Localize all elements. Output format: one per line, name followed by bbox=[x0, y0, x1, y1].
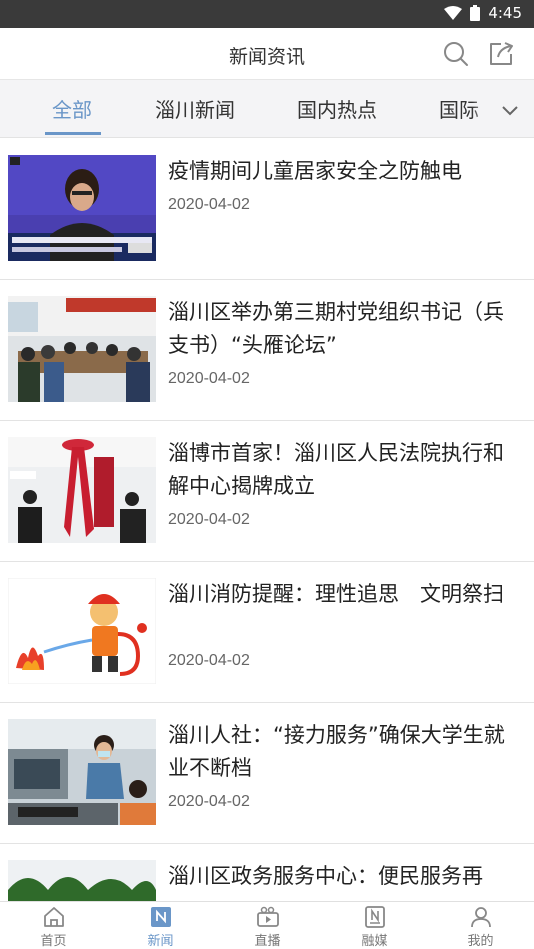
bottom-nav-label: 直播 bbox=[254, 934, 281, 949]
news-item[interactable]: 淄川区举办第三期村党组织书记（兵支书）“头雁论坛” 2020-04-02 bbox=[0, 280, 534, 421]
share-icon[interactable] bbox=[487, 40, 515, 68]
battery-icon bbox=[470, 5, 481, 21]
bottom-nav-profile[interactable]: 我的 bbox=[427, 902, 534, 949]
news-date: 2020-04-02 bbox=[168, 793, 250, 810]
news-thumbnail bbox=[8, 296, 156, 402]
tab-zichuan-news[interactable]: 淄川新闻 bbox=[155, 94, 235, 123]
bottom-nav-news[interactable]: 新闻 bbox=[107, 902, 214, 949]
news-date: 2020-04-02 bbox=[168, 196, 250, 213]
news-item[interactable]: 淄川消防提醒：理性追思 文明祭扫 2020-04-02 bbox=[0, 562, 534, 703]
tab-domestic-hot[interactable]: 国内热点 bbox=[297, 94, 377, 123]
news-title: 淄川区举办第三期村党组织书记（兵支书）“头雁论坛” bbox=[168, 300, 504, 357]
news-list: 疫情期间儿童居家安全之防触电 2020-04-02 淄川区举办第三期村党组织书记… bbox=[0, 139, 534, 901]
app-header: 新闻资讯 bbox=[0, 28, 534, 80]
bottom-nav-live[interactable]: 直播 bbox=[214, 902, 321, 949]
bottom-nav-media[interactable]: 融媒 bbox=[321, 902, 428, 949]
news-thumbnail bbox=[8, 437, 156, 543]
status-bar: 4:45 bbox=[0, 0, 534, 28]
bottom-nav-label: 融媒 bbox=[361, 934, 388, 949]
live-camera-icon bbox=[256, 906, 279, 927]
news-title: 淄川区政务服务中心：便民服务再 bbox=[168, 864, 483, 888]
media-icon bbox=[364, 906, 385, 928]
bottom-nav-home[interactable]: 首页 bbox=[0, 902, 107, 949]
news-date: 2020-04-02 bbox=[168, 652, 250, 669]
search-icon[interactable] bbox=[442, 40, 470, 68]
status-time: 4:45 bbox=[488, 4, 522, 22]
category-tabs: 全部 淄川新闻 国内热点 国际 bbox=[0, 80, 534, 138]
news-item[interactable]: 淄川区政务服务中心：便民服务再 bbox=[0, 844, 534, 901]
profile-icon bbox=[470, 907, 491, 928]
home-icon bbox=[43, 907, 64, 927]
bottom-nav: 首页 新闻 直播 融媒 我的 bbox=[0, 901, 534, 949]
news-thumbnail bbox=[8, 719, 156, 825]
news-icon bbox=[150, 907, 171, 927]
news-thumbnail bbox=[8, 155, 156, 261]
news-item[interactable]: 淄川人社：“接力服务”确保大学生就业不断档 2020-04-02 bbox=[0, 703, 534, 844]
bottom-nav-label: 新闻 bbox=[147, 934, 174, 949]
tab-all[interactable]: 全部 bbox=[52, 94, 92, 123]
news-title: 淄川人社：“接力服务”确保大学生就业不断档 bbox=[168, 723, 505, 780]
news-date: 2020-04-02 bbox=[168, 511, 250, 528]
news-thumbnail bbox=[8, 578, 156, 684]
wifi-icon bbox=[444, 6, 463, 20]
news-title: 疫情期间儿童居家安全之防触电 bbox=[168, 159, 462, 183]
bottom-nav-label: 首页 bbox=[40, 934, 67, 949]
chevron-down-icon[interactable] bbox=[500, 100, 520, 120]
news-thumbnail bbox=[8, 860, 156, 901]
bottom-nav-label: 我的 bbox=[467, 934, 494, 949]
news-item[interactable]: 疫情期间儿童居家安全之防触电 2020-04-02 bbox=[0, 139, 534, 280]
active-tab-indicator bbox=[45, 132, 101, 135]
news-item[interactable]: 淄博市首家！淄川区人民法院执行和解中心揭牌成立 2020-04-02 bbox=[0, 421, 534, 562]
news-title: 淄博市首家！淄川区人民法院执行和解中心揭牌成立 bbox=[168, 441, 504, 498]
news-date: 2020-04-02 bbox=[168, 370, 250, 387]
news-title: 淄川消防提醒：理性追思 文明祭扫 bbox=[168, 582, 504, 606]
